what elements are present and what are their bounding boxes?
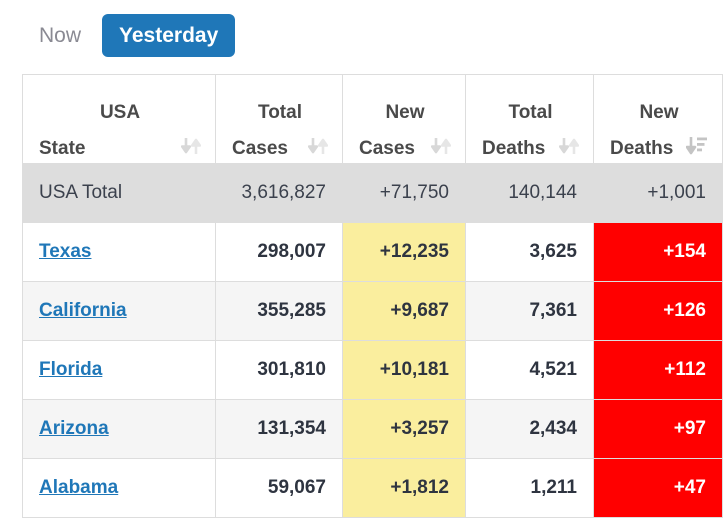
value-new-cases: +10,181: [379, 359, 449, 380]
sort-both-icon[interactable]: [180, 135, 202, 163]
cell-new-deaths: +97: [593, 399, 723, 459]
cell-state: USA Total: [22, 163, 216, 223]
value-total-deaths: 1,211: [530, 477, 578, 498]
usa-total-total-deaths: 140,144: [508, 182, 577, 203]
state-link-florida[interactable]: Florida: [39, 359, 102, 380]
cell-new-cases: +12,235: [342, 222, 466, 282]
column-header-total-cases-line2: Cases: [232, 138, 288, 159]
value-total-deaths: 7,361: [529, 300, 577, 321]
state-link-arizona[interactable]: Arizona: [39, 418, 109, 439]
cell-total-cases: 3,616,827: [215, 163, 343, 223]
table-row: Arizona 131,354 +3,257 2,434 +97: [22, 399, 723, 459]
cell-state: California: [22, 281, 216, 341]
cell-total-cases: 298,007: [215, 222, 343, 282]
cell-total-deaths: 140,144: [465, 163, 594, 223]
value-total-cases: 301,810: [257, 359, 326, 380]
usa-total-new-cases: +71,750: [379, 182, 449, 203]
cell-total-deaths: 4,521: [465, 340, 594, 400]
state-link-california[interactable]: California: [39, 300, 127, 321]
column-header-usa-state-line2: State: [39, 138, 86, 159]
cell-new-deaths: +154: [593, 222, 723, 282]
cell-new-deaths: +47: [593, 458, 723, 518]
sort-both-icon[interactable]: [558, 135, 580, 163]
value-new-deaths: +47: [673, 477, 706, 498]
sort-descending-icon[interactable]: [685, 135, 708, 163]
value-new-deaths: +97: [673, 418, 706, 439]
table-header: USA State Total Cases New Cases Total De…: [22, 74, 723, 164]
cell-total-deaths: 7,361: [465, 281, 594, 341]
states-table-container: USA State Total Cases New Cases Total De…: [22, 74, 723, 518]
table-row: Florida 301,810 +10,181 4,521 +112: [22, 340, 723, 400]
table-body: USA Total 3,616,827 +71,750 140,144 +1,0…: [22, 163, 723, 518]
cell-total-cases: 59,067: [215, 458, 343, 518]
state-link-alabama[interactable]: Alabama: [39, 477, 118, 498]
table-row-usa-total: USA Total 3,616,827 +71,750 140,144 +1,0…: [22, 163, 723, 223]
column-header-usa-state[interactable]: USA State: [22, 74, 216, 164]
value-total-deaths: 3,625: [529, 241, 577, 262]
value-total-deaths: 4,521: [529, 359, 577, 380]
value-total-cases: 59,067: [267, 477, 326, 498]
usa-states-covid-table: USA State Total Cases New Cases Total De…: [22, 74, 723, 518]
cell-new-deaths: +126: [593, 281, 723, 341]
tab-yesterday[interactable]: Yesterday: [102, 14, 236, 57]
column-header-new-deaths-line2: Deaths: [610, 138, 674, 159]
column-header-new-cases[interactable]: New Cases: [342, 74, 466, 164]
column-header-total-cases[interactable]: Total Cases: [215, 74, 343, 164]
cell-new-deaths: +1,001: [593, 163, 723, 223]
cell-state: Florida: [22, 340, 216, 400]
value-new-cases: +12,235: [379, 241, 449, 262]
value-new-deaths: +154: [663, 241, 706, 262]
value-total-cases: 355,285: [257, 300, 326, 321]
cell-new-cases: +9,687: [342, 281, 466, 341]
tab-yesterday-label: Yesterday: [119, 24, 219, 47]
cell-state: Alabama: [22, 458, 216, 518]
cell-total-cases: 355,285: [215, 281, 343, 341]
value-new-cases: +1,812: [390, 477, 449, 498]
sort-both-icon[interactable]: [307, 135, 329, 163]
value-new-deaths: +112: [664, 359, 706, 380]
table-row: California 355,285 +9,687 7,361 +126: [22, 281, 723, 341]
usa-total-label: USA Total: [39, 182, 123, 203]
value-new-cases: +9,687: [390, 300, 449, 321]
state-link-texas[interactable]: Texas: [39, 241, 91, 262]
cell-new-cases: +71,750: [342, 163, 466, 223]
table-row: Texas 298,007 +12,235 3,625 +154: [22, 222, 723, 282]
cell-state: Texas: [22, 222, 216, 282]
value-new-cases: +3,257: [390, 418, 449, 439]
cell-new-cases: +1,812: [342, 458, 466, 518]
column-header-new-deaths[interactable]: New Deaths: [593, 74, 723, 164]
cell-new-deaths: +112: [593, 340, 723, 400]
sort-both-icon[interactable]: [430, 135, 452, 163]
value-new-deaths: +126: [663, 300, 706, 321]
column-header-total-deaths[interactable]: Total Deaths: [465, 74, 594, 164]
table-header-row: USA State Total Cases New Cases Total De…: [22, 74, 723, 164]
column-header-new-cases-line2: Cases: [359, 138, 415, 159]
cell-state: Arizona: [22, 399, 216, 459]
cell-total-cases: 131,354: [215, 399, 343, 459]
value-total-cases: 298,007: [257, 241, 326, 262]
column-header-total-deaths-line2: Deaths: [482, 138, 546, 159]
value-total-cases: 131,354: [257, 418, 326, 439]
cell-total-cases: 301,810: [215, 340, 343, 400]
tab-now[interactable]: Now: [22, 14, 98, 57]
usa-total-total-cases: 3,616,827: [241, 182, 326, 203]
cell-total-deaths: 3,625: [465, 222, 594, 282]
cell-total-deaths: 1,211: [465, 458, 594, 518]
cell-new-cases: +3,257: [342, 399, 466, 459]
tab-now-label: Now: [39, 24, 82, 47]
time-range-tabs: Now Yesterday: [22, 14, 236, 57]
cell-new-cases: +10,181: [342, 340, 466, 400]
table-row: Alabama 59,067 +1,812 1,211 +47: [22, 458, 723, 518]
usa-total-new-deaths: +1,001: [647, 182, 706, 203]
value-total-deaths: 2,434: [529, 418, 577, 439]
cell-total-deaths: 2,434: [465, 399, 594, 459]
